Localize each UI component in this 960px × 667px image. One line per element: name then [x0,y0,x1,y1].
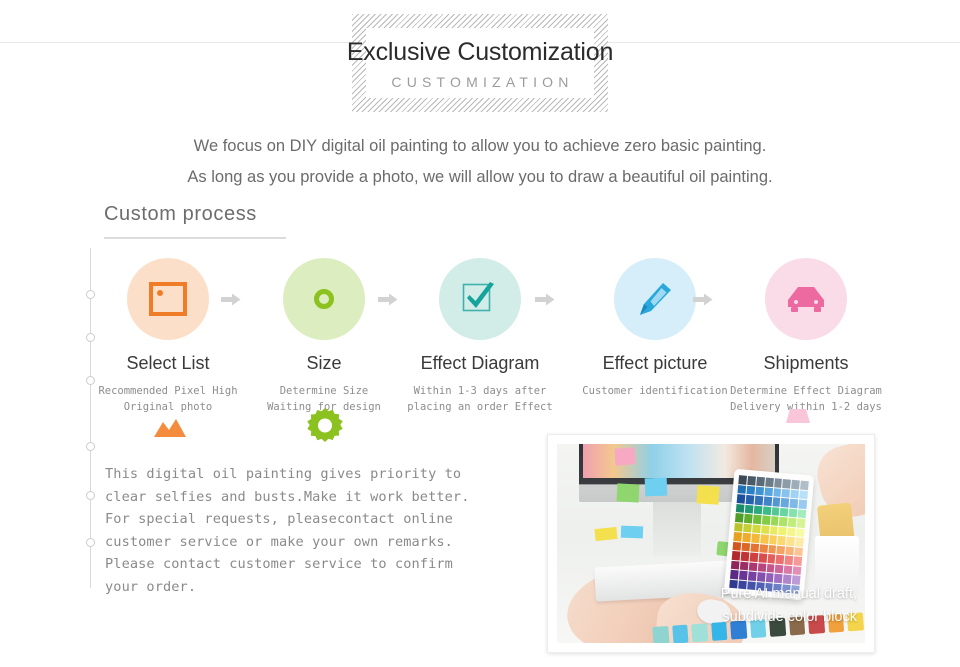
body-line-1: This digital oil painting gives priority… [105,466,462,482]
pen-icon [640,283,671,315]
checkbox-check-icon [462,282,494,312]
step-title: Size [306,353,342,373]
step-desc-line-2: Original photo [123,401,213,413]
process-step-select-list[interactable]: Select List Recommended Pixel High Origi… [83,258,253,415]
body-line-3: For special requests, pleasecontact onli… [105,511,453,528]
arrow-right-icon [221,293,241,305]
pink-shape-decoration [786,409,810,428]
step-arrow-4 [692,291,714,307]
sticky-note [620,525,644,539]
step-icon-circle [283,258,365,340]
step-title: Effect Diagram [420,353,540,373]
intro-line-1: We focus on DIY digital oil painting to … [193,137,767,155]
step-icon-circle [765,258,847,340]
step-arrow-3 [534,291,556,307]
sticky-note [614,447,636,466]
sticky-note [594,526,618,542]
process-steps: Select List Recommended Pixel High Origi… [98,258,944,423]
step-desc-line-1: Customer identification [582,385,728,397]
delivery-car-icon [788,287,824,312]
step-desc-line-1: Within 1-3 days after [413,385,547,397]
body-line-4: customer service or make your own remark… [105,533,453,550]
process-step-size[interactable]: Size Determine Size Waiting for design [239,258,409,415]
step-desc-line-2: placing an order Effect [407,401,553,413]
process-step-shipments[interactable]: Shipments Determine Effect Diagram Deliv… [721,258,891,415]
step-description: Customer identification [570,383,740,399]
step-desc-line-1: Determine Size [279,385,369,397]
step-title: Effect picture [602,353,708,373]
page-title: Exclusive Customization [346,37,614,66]
title-hatched-frame: Exclusive Customization CUSTOMIZATION [347,14,613,112]
color-palette-grid [729,475,809,594]
gear-icon [307,408,343,442]
caption-line-2: subdivide color block [722,609,857,625]
step-description: Within 1-3 days after placing an order E… [395,383,565,415]
arrow-right-icon [693,293,713,305]
ring-circle-icon [314,289,334,309]
arrow-right-icon [535,293,555,305]
body-copy: This digital oil painting gives priority… [105,463,525,599]
body-line-6: your order. [105,578,197,595]
intro-line-2: As long as you provide a photo, we will … [187,168,773,186]
photo-caption: Pure AI manual draft, subdivide color bl… [721,583,857,629]
sticky-note [696,485,720,505]
caption-line-1: Pure AI manual draft, [720,586,857,602]
step-description: Recommended Pixel High Original photo [83,383,253,415]
title-inner: Exclusive Customization CUSTOMIZATION [347,28,613,98]
process-step-effect-diagram[interactable]: Effect Diagram Within 1-3 days after pla… [395,258,565,415]
mountain-icon [154,419,186,437]
sticky-note [644,477,668,497]
timeline-dot [86,442,95,451]
body-line-5: Please contact customer service to confi… [105,556,453,573]
image-frame-icon [149,282,187,316]
workspace-photo: Pure AI manual draft, subdivide color bl… [557,444,865,643]
step-icon-circle [127,258,209,340]
timeline-dot [86,491,95,500]
monitor-stand [653,502,701,556]
body-line-2: clear selfies and busts.Make it work bet… [105,488,470,505]
section-heading-custom-process: Custom process [104,203,286,239]
sticky-note [616,483,640,503]
timeline-dot [86,538,95,547]
step-desc-line-1: Determine Effect Diagram [730,385,882,397]
step-title: Shipments [763,353,849,373]
process-step-effect-picture[interactable]: Effect picture Customer identification [570,258,740,399]
page-root: Exclusive Customization CUSTOMIZATION We… [0,0,960,667]
step-icon-circle [439,258,521,340]
step-desc-line-1: Recommended Pixel High [98,385,238,397]
step-icon-circle [614,258,696,340]
mountain-decoration [154,419,186,442]
trapezoid-icon [786,409,810,423]
tablet [723,468,815,601]
photo-card: Pure AI manual draft, subdivide color bl… [547,434,875,653]
step-title: Select List [126,353,210,373]
page-subtitle: CUSTOMIZATION [391,73,574,90]
gear-decoration [307,408,343,449]
intro-paragraph: We focus on DIY digital oil painting to … [0,131,960,193]
